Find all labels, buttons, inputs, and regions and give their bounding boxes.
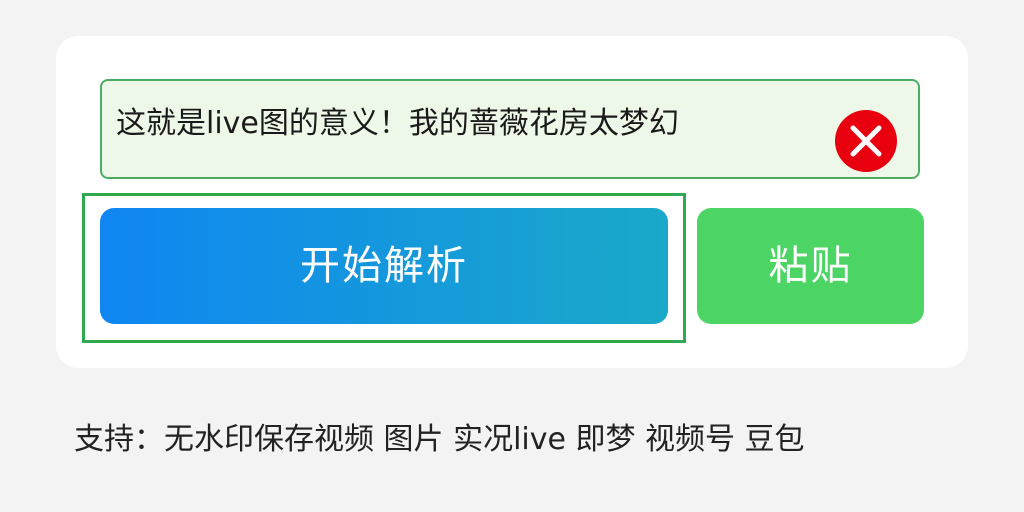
paste-button[interactable]: 粘贴 [697, 208, 924, 324]
close-circle-icon [850, 125, 882, 157]
link-input-text[interactable]: 这就是live图的意义！我的蔷薇花房太梦幻 [116, 81, 679, 167]
start-parse-button[interactable]: 开始解析 [100, 208, 668, 324]
supported-platforms-text: 支持：无水印保存视频 图片 实况live 即梦 视频号 豆包 [74, 422, 805, 457]
link-input-box[interactable]: 这就是live图的意义！我的蔷薇花房太梦幻 [100, 79, 920, 179]
clear-input-button[interactable] [835, 110, 897, 172]
